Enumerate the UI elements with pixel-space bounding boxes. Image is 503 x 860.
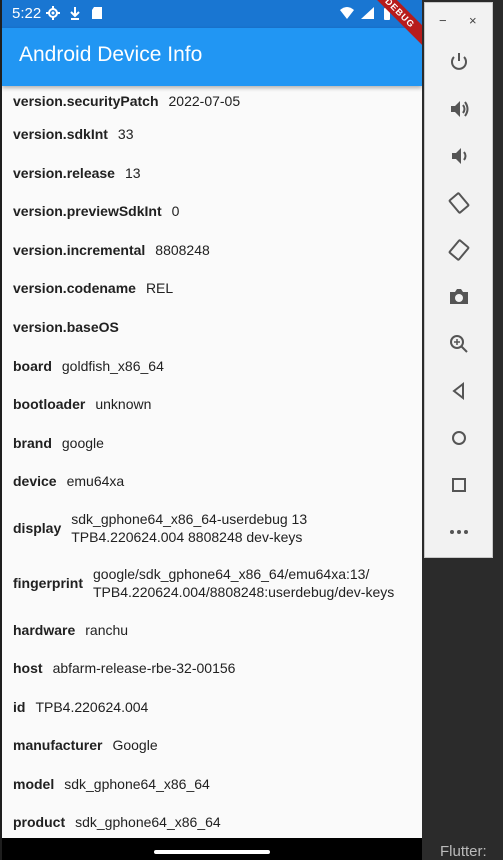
rotate-left-icon [448, 192, 470, 214]
volume-up-icon [451, 101, 469, 117]
app-bar: Android Device Info [2, 28, 422, 86]
info-value: 2022-07-05 [168, 92, 241, 109]
info-value: abfarm-release-rbe-32-00156 [52, 660, 236, 676]
info-value: TPB4.220624.004 [35, 698, 149, 715]
info-value: 33 [117, 126, 134, 142]
info-row: version.release 13 [2, 153, 422, 192]
info-key: hardware [13, 621, 76, 638]
info-key: board [13, 357, 52, 374]
info-row: brand google [2, 423, 422, 462]
info-row: bootloader unknown [2, 385, 422, 423]
info-row: manufacturer Google [2, 726, 422, 764]
info-row: fingerprint google/sdk_gphone64_x86_64/em… [2, 556, 422, 610]
info-value: unknown [95, 396, 152, 412]
info-row: device emu64xa [2, 462, 422, 500]
screenshot-button[interactable] [446, 284, 472, 310]
rotate-left-button[interactable] [446, 190, 472, 216]
info-row: version.securityPatch 2022-07-05 [2, 86, 422, 115]
info-key: model [13, 775, 55, 792]
wifi-icon [340, 7, 354, 19]
info-row: version.incremental 8808248 [2, 230, 422, 269]
info-key: version.release [13, 164, 115, 181]
info-key: host [13, 660, 43, 676]
info-key: display [13, 520, 62, 536]
info-row: hardware ranchu [2, 610, 422, 649]
background-ide-text: Flutter: [440, 843, 487, 860]
info-value: google [61, 434, 104, 451]
info-key: id [13, 698, 26, 715]
info-value: goldfish_x86_64 [61, 357, 164, 374]
back-icon [452, 381, 464, 401]
info-row: version.codename REL [2, 269, 422, 307]
info-value: emu64xa [66, 473, 125, 489]
info-value: ranchu [85, 621, 129, 638]
volume-down-icon [452, 148, 467, 164]
info-key: version.baseOS [13, 318, 119, 335]
emulator-toolbar: − × [424, 2, 493, 558]
info-key: version.securityPatch [13, 92, 159, 109]
volume-down-button[interactable] [446, 143, 472, 169]
info-value: sdk_gphone64_x86_64-userdebug 13 TPB4.22… [71, 511, 308, 545]
info-value: Google [112, 737, 158, 753]
info-key: version.incremental [13, 241, 146, 258]
info-row: board goldfish_x86_64 [2, 346, 422, 385]
info-value: 0 [171, 203, 180, 219]
info-row: version.previewSdkInt 0 [2, 192, 422, 230]
zoom-icon [450, 335, 468, 353]
info-key: bootloader [13, 396, 86, 412]
back-button[interactable] [446, 378, 472, 404]
home-button[interactable] [446, 425, 472, 451]
info-value: sdk_gphone64_x86_64 [64, 775, 210, 792]
gesture-handle[interactable] [154, 850, 270, 854]
overview-icon [452, 478, 466, 492]
info-key: version.sdkInt [13, 126, 108, 142]
info-row: display sdk_gphone64_x86_64-userdebug 13 … [2, 500, 422, 556]
sd-card-icon [92, 7, 102, 19]
info-value: REL [145, 280, 174, 296]
power-icon [451, 53, 467, 70]
info-value: 13 [124, 164, 141, 181]
emulator-screen[interactable]: 5:22 Android Device Info DEBUG version.s… [2, 0, 422, 860]
info-key: device [13, 473, 57, 489]
rotate-right-icon [448, 239, 470, 261]
info-key: brand [13, 434, 52, 451]
info-row: id TPB4.220624.004 [2, 687, 422, 726]
info-row: host abfarm-release-rbe-32-00156 [2, 649, 422, 687]
rotate-right-button[interactable] [446, 237, 472, 263]
signal-icon [361, 7, 374, 19]
power-button[interactable] [446, 49, 472, 75]
status-bar: 5:22 [2, 0, 422, 28]
device-info-list[interactable]: version.securityPatch 2022-07-05 version.s… [2, 86, 422, 841]
navigation-bar [2, 838, 422, 860]
info-row: version.baseOS [2, 307, 422, 346]
more-icon [450, 530, 468, 534]
download-icon [70, 7, 80, 20]
camera-icon [450, 289, 468, 304]
info-value: google/sdk_gphone64_x86_64/emu64xa:13/ T… [93, 566, 395, 600]
more-button[interactable] [446, 519, 472, 545]
settings-gear-icon [46, 6, 60, 20]
overview-button[interactable] [446, 472, 472, 498]
info-row: model sdk_gphone64_x86_64 [2, 764, 422, 803]
info-row: version.sdkInt 33 [2, 115, 422, 153]
volume-up-button[interactable] [446, 96, 472, 122]
info-value: sdk_gphone64_x86_64 [75, 814, 221, 830]
minimize-button[interactable]: − [439, 13, 447, 28]
status-time: 5:22 [12, 5, 42, 22]
info-row: product sdk_gphone64_x86_64 [2, 803, 422, 841]
info-value: 8808248 [155, 241, 210, 258]
info-key: fingerprint [13, 575, 83, 591]
info-key: version.previewSdkInt [13, 203, 162, 219]
close-button[interactable]: × [469, 13, 477, 28]
info-key: version.codename [13, 280, 136, 296]
info-key: product [13, 814, 66, 830]
info-key: manufacturer [13, 737, 103, 753]
zoom-button[interactable] [446, 331, 472, 357]
page-title: Android Device Info [19, 43, 203, 66]
home-icon [452, 431, 466, 445]
